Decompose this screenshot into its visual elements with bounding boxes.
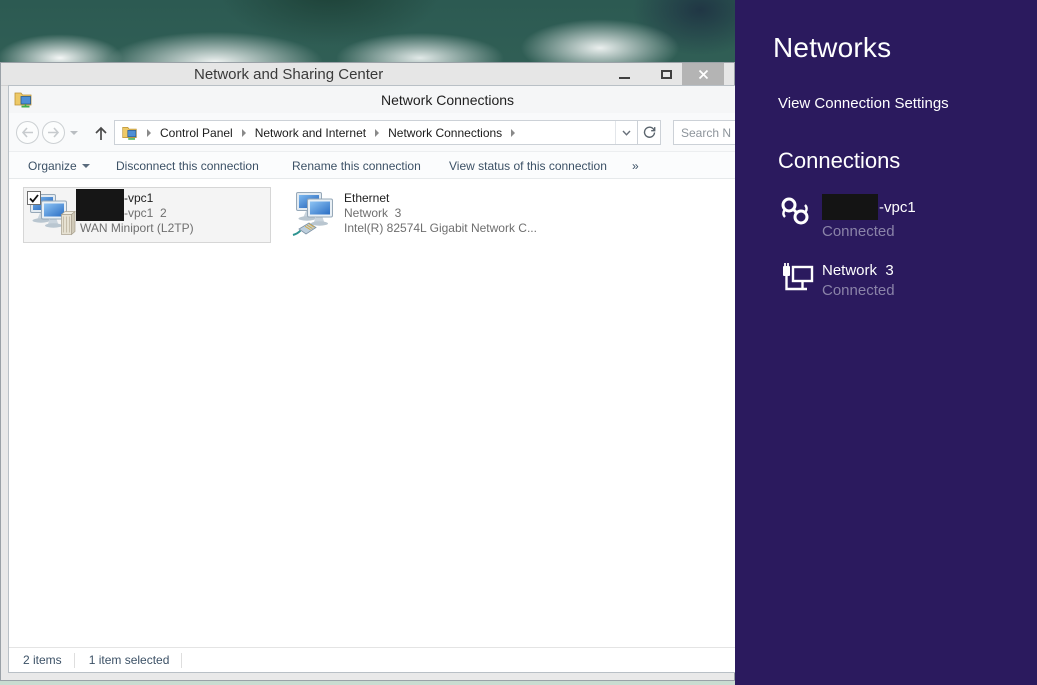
forward-arrow-icon <box>47 127 60 138</box>
redaction-box <box>822 194 878 220</box>
breadcrumb-separator-icon <box>511 129 515 137</box>
network-connections-icon <box>13 89 33 109</box>
more-commands-button[interactable]: » <box>632 159 639 173</box>
close-icon <box>698 69 709 80</box>
checkmark-icon <box>29 194 39 203</box>
close-button[interactable] <box>682 63 724 85</box>
maximize-button[interactable] <box>649 63 683 85</box>
panel-item-vpn[interactable]: -vpc1 Connected <box>778 194 916 240</box>
connections-list: -vpc1 -vpc1 2 WAN Miniport (L2TP) <box>9 179 735 649</box>
connection-device: Intel(R) 82574L Gigabit Network C... <box>344 221 537 235</box>
command-toolbar: Organize Disconnect this connection Rena… <box>9 151 735 179</box>
titlebar[interactable]: Network Connections <box>9 86 735 113</box>
ethernet-adapter-icon <box>292 190 342 238</box>
breadcrumb-separator-icon <box>242 129 246 137</box>
connection-network: Network 3 <box>344 206 401 220</box>
connections-heading: Connections <box>778 148 900 174</box>
connection-device: WAN Miniport (L2TP) <box>80 221 194 235</box>
status-bar: 2 items 1 item selected <box>9 647 735 672</box>
minimize-icon <box>619 77 630 79</box>
titlebar[interactable]: Network and Sharing Center <box>1 63 734 86</box>
address-bar-row: Control Panel Network and Internet Netwo… <box>9 113 735 151</box>
back-arrow-icon <box>21 127 34 138</box>
panel-item-network-3[interactable]: Network 3 Connected <box>778 262 895 299</box>
items-count: 2 items <box>9 653 74 667</box>
breadcrumb-control-panel[interactable]: Control Panel <box>160 126 233 140</box>
up-arrow-icon <box>94 126 108 141</box>
chevron-down-icon <box>622 130 631 136</box>
minimize-button[interactable] <box>607 63 641 85</box>
refresh-button[interactable] <box>637 121 660 144</box>
vpn-icon <box>778 194 812 230</box>
wired-network-icon <box>778 262 814 296</box>
breadcrumb-separator-icon <box>375 129 379 137</box>
network-connections-window: Network Connections Control Panel Netwo <box>8 85 735 673</box>
maximize-icon <box>661 70 672 79</box>
forward-button[interactable] <box>42 121 65 144</box>
list-item-ethernet[interactable]: Ethernet Network 3 Intel(R) 82574L Gigab… <box>286 187 542 243</box>
breadcrumb-network-and-internet[interactable]: Network and Internet <box>255 126 366 140</box>
redaction-box <box>76 189 124 221</box>
window-title: Network Connections <box>381 92 514 108</box>
address-bar[interactable]: Control Panel Network and Internet Netwo… <box>114 120 661 145</box>
organize-label: Organize <box>28 159 77 173</box>
item-checkbox[interactable] <box>27 191 41 205</box>
recent-pages-dropdown[interactable] <box>70 131 78 135</box>
networks-flyout-panel: Networks View Connection Settings Connec… <box>735 0 1037 685</box>
connection-secondary: -vpc1 2 <box>124 206 167 220</box>
selection-count: 1 item selected <box>75 653 182 667</box>
network-name: Network 3 <box>822 262 895 279</box>
connection-status: Connected <box>822 282 895 299</box>
breadcrumb-separator-icon <box>147 129 151 137</box>
network-name: -vpc1 <box>879 199 916 216</box>
connection-name: Ethernet <box>344 191 389 205</box>
panel-title: Networks <box>773 32 891 64</box>
back-button[interactable] <box>16 121 39 144</box>
list-item-vpn-connection[interactable]: -vpc1 -vpc1 2 WAN Miniport (L2TP) <box>23 187 271 243</box>
organize-button[interactable]: Organize <box>28 159 90 173</box>
disconnect-connection-button[interactable]: Disconnect this connection <box>116 159 259 173</box>
breadcrumb-network-connections[interactable]: Network Connections <box>388 126 502 140</box>
address-dropdown-button[interactable] <box>615 121 637 144</box>
status-divider <box>181 653 182 668</box>
caret-down-icon <box>82 164 90 168</box>
view-connection-settings-link[interactable]: View Connection Settings <box>778 95 949 112</box>
up-button[interactable] <box>91 123 111 143</box>
window-title: Network and Sharing Center <box>194 66 383 83</box>
view-status-button[interactable]: View status of this connection <box>449 159 607 173</box>
refresh-icon <box>643 126 656 139</box>
connection-status: Connected <box>822 223 916 240</box>
rename-connection-button[interactable]: Rename this connection <box>292 159 421 173</box>
connection-name: -vpc1 <box>124 191 153 205</box>
breadcrumb-location-icon <box>121 124 138 141</box>
